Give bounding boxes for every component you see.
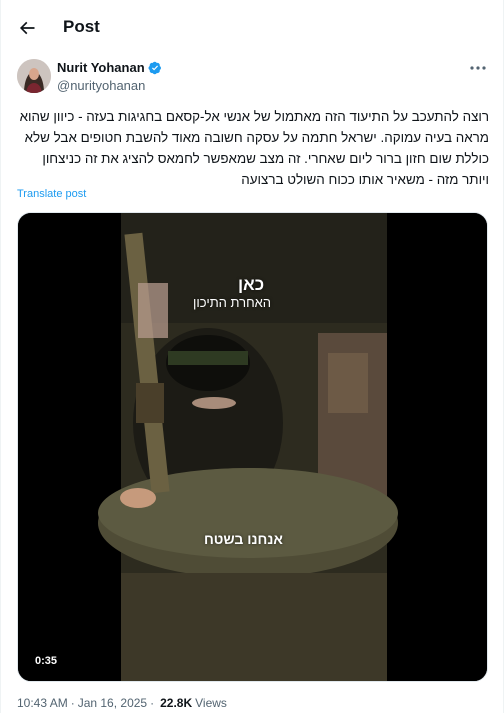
- post-text: רוצה להתעכב על התיעוד הזה מאתמול של אנשי…: [19, 109, 489, 187]
- profile-photo-icon: [17, 59, 51, 93]
- author-handle[interactable]: @nurityohanan: [57, 78, 145, 93]
- post-detail-page: Post Nurit Yohanan @nurityohanan רוצה לה…: [0, 0, 504, 713]
- page-title: Post: [63, 17, 100, 36]
- avatar[interactable]: [17, 59, 51, 93]
- author-name[interactable]: Nurit Yohanan: [57, 60, 145, 75]
- video-duration: 0:35: [30, 653, 63, 669]
- verified-badge-icon: [148, 61, 161, 74]
- post-date[interactable]: Jan 16, 2025: [78, 696, 147, 710]
- author-name-row[interactable]: Nurit Yohanan: [57, 60, 162, 75]
- video-player[interactable]: כאן האחרת התיכון אנחנו בשטח 0:35: [17, 212, 488, 682]
- arrow-left-icon: [19, 21, 35, 35]
- more-options-button[interactable]: [469, 62, 487, 74]
- ellipsis-icon: [470, 66, 486, 70]
- post-meta: 10:43 AM · Jan 16, 2025 · 22.8K Views: [17, 696, 227, 710]
- video-logo-overlay: כאן: [238, 275, 265, 294]
- meta-separator: ·: [150, 696, 155, 710]
- meta-separator: ·: [70, 696, 75, 710]
- views-label: Views: [195, 696, 227, 710]
- video-caption: אנחנו בשטח: [204, 531, 283, 547]
- back-button[interactable]: [15, 16, 39, 40]
- video-subtitle-overlay: האחרת התיכון: [193, 295, 272, 310]
- top-bar: Post: [1, 0, 504, 56]
- post-time[interactable]: 10:43 AM: [17, 696, 68, 710]
- views-count: 22.8K: [160, 696, 193, 710]
- translate-post-link[interactable]: Translate post: [17, 188, 86, 200]
